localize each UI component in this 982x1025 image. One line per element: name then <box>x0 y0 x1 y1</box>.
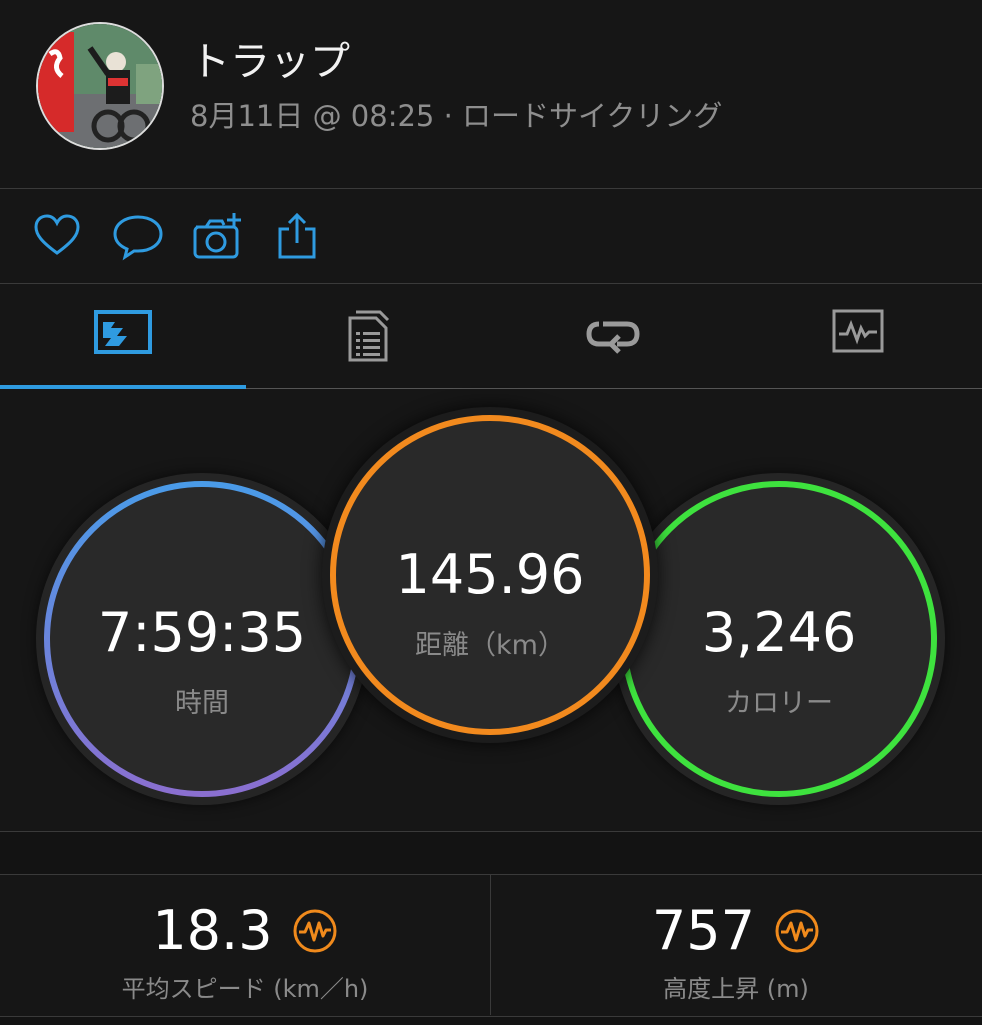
tab-laps[interactable] <box>490 284 735 388</box>
time-label: 時間 <box>175 688 229 719</box>
avg-speed-stat[interactable]: 18.3 平均スピード (km／h) <box>0 875 490 1015</box>
time-value: 7:59:35 <box>97 601 307 664</box>
avatar[interactable] <box>36 22 164 150</box>
elevation-gain-stat[interactable]: 757 高度上昇 (m) <box>491 875 981 1015</box>
calories-label: カロリー <box>725 688 833 719</box>
activity-header: トラップ 8月11日 @ 08:25 · ロードサイクリング <box>0 0 982 189</box>
calories-ring[interactable]: 3,246 カロリー <box>613 473 945 805</box>
distance-label: 距離（km） <box>415 630 565 661</box>
elevation-gain-label: 高度上昇 (m) <box>663 975 809 1003</box>
performance-badge-icon[interactable] <box>774 908 820 954</box>
avg-speed-label: 平均スピード (km／h) <box>121 975 369 1003</box>
avg-speed-value: 18.3 <box>152 899 273 962</box>
overview-icon <box>93 310 152 354</box>
comment-icon[interactable] <box>112 211 163 261</box>
laps-icon <box>585 321 640 354</box>
calories-value: 3,246 <box>701 601 857 664</box>
user-name[interactable]: トラップ <box>190 38 350 86</box>
tab-charts[interactable] <box>735 284 980 388</box>
time-ring[interactable]: 7:59:35 時間 <box>36 473 368 805</box>
stats-row: 18.3 平均スピード (km／h) 757 高度上昇 (m) <box>0 874 982 1025</box>
charts-icon <box>832 309 883 353</box>
camera-add-icon[interactable] <box>192 211 242 261</box>
distance-ring[interactable]: 145.96 距離（km） <box>322 407 658 743</box>
share-icon[interactable] <box>272 211 322 261</box>
summary-panel: 7:59:35 時間 3,246 カロリー 145.96 距離（km） <box>0 389 982 832</box>
distance-value: 145.96 <box>395 543 585 606</box>
tab-details[interactable] <box>245 284 490 388</box>
tab-bar <box>0 284 982 389</box>
action-bar <box>0 189 982 284</box>
heart-icon[interactable] <box>32 211 82 261</box>
tab-overview[interactable] <box>0 284 245 388</box>
activity-meta: 8月11日 @ 08:25 · ロードサイクリング <box>190 99 723 133</box>
section-gap <box>0 832 982 874</box>
performance-badge-icon[interactable] <box>292 908 338 954</box>
elevation-gain-value: 757 <box>651 899 755 962</box>
details-icon <box>348 310 389 362</box>
